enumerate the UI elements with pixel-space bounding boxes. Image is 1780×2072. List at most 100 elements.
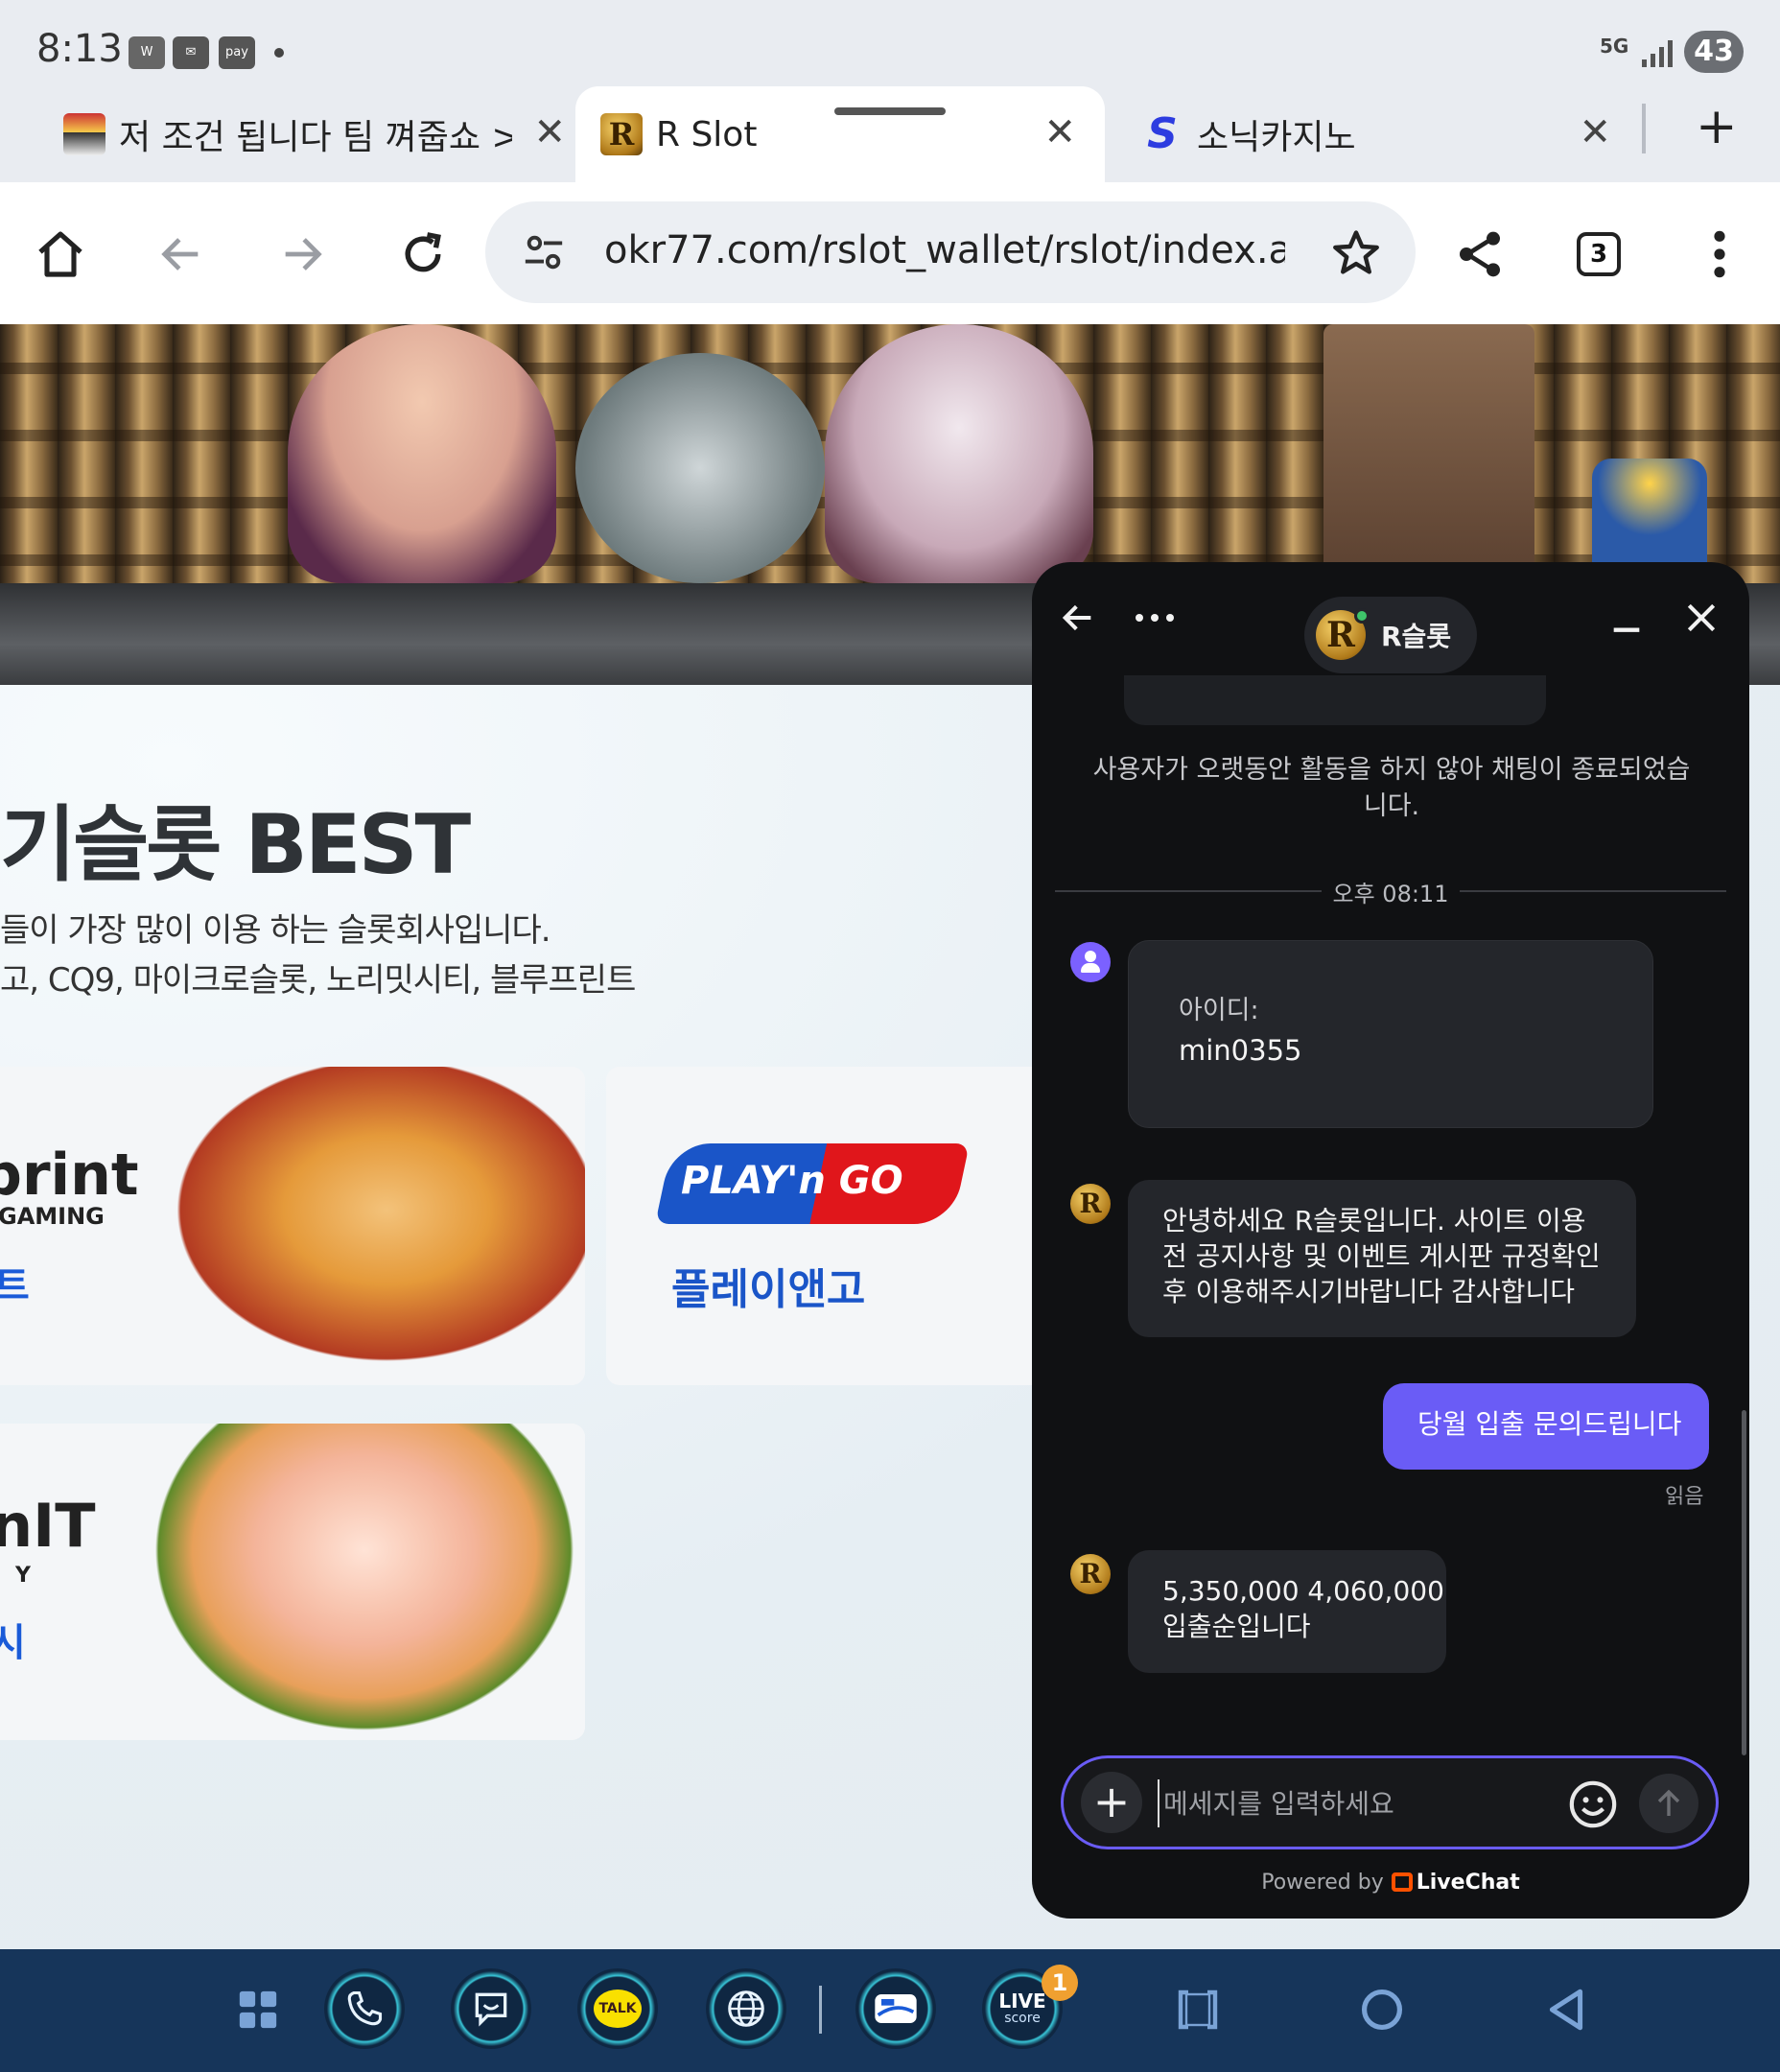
send-arrow-icon [1657,1789,1680,1816]
tab-divider [1642,104,1646,153]
send-button[interactable] [1639,1774,1698,1833]
home-button-icon[interactable] [1350,1978,1414,2041]
tab-sonic-casino[interactable]: S 소닉카지노 ✕ [1112,86,1630,182]
agent-avatar: R [1070,1554,1111,1594]
brand-logo-text: PLAY'n GO [681,1159,903,1203]
url-text[interactable]: okr77.com/rslot_wallet/rslot/index.asp [604,228,1285,272]
agent-avatar: R [1070,1184,1111,1224]
slot-machine-icon [63,113,105,155]
tab-title: 소닉카지노 [1197,118,1356,157]
score-label: score [1004,2011,1041,2026]
browser-icon[interactable] [706,1968,786,2049]
livechat-brand: LiveChat [1416,1871,1520,1895]
back-arrow-icon[interactable] [1051,591,1105,645]
close-icon[interactable]: ✕ [1579,113,1611,152]
apps-grid-icon[interactable] [226,1978,290,2041]
message-text: 당월 입출 문의드립니다 [1417,1408,1682,1440]
address-bar[interactable]: okr77.com/rslot_wallet/rslot/index.asp [485,201,1416,303]
notification-dot [274,48,284,58]
message-text: 입출순입니다 [1162,1611,1311,1642]
provider-card-blueprint[interactable]: print GAMING 트 [0,1067,585,1385]
share-icon[interactable] [1446,221,1513,288]
powered-by-footer[interactable]: Powered by LiveChat [1032,1871,1749,1895]
tab-drag-handle[interactable] [834,107,946,115]
agent-message: 5,350,000 4,060,000 입출순입니다 [1128,1550,1446,1673]
brand-sub-text: GAMING [0,1203,105,1230]
phone-icon[interactable] [324,1968,405,2049]
agent-message: 안녕하세요 R슬롯입니다. 사이트 이용 전 공지사항 및 이벤트 게시판 규정… [1128,1180,1636,1337]
chat-scrollbar[interactable] [1742,1410,1746,1755]
emoji-icon[interactable] [1566,1778,1620,1831]
provider-card-nolimit[interactable]: nIT Y 시 [0,1424,585,1740]
livechat-logo-icon [1391,1872,1413,1892]
battery-level: 43 [1684,31,1744,73]
separator-line [1055,890,1322,892]
close-icon[interactable]: ✕ [1043,113,1076,152]
signal-icon [1642,38,1675,67]
user-message: 당월 입출 문의드립니다 [1383,1383,1709,1470]
message-text: 안녕하세요 R슬롯입니다. 사이트 이용 전 공지사항 및 이벤트 게시판 규정… [1162,1205,1601,1307]
tab-title: R Slot [656,114,758,154]
close-icon[interactable]: ✕ [533,113,566,152]
sonic-s-logo-icon: S [1147,109,1178,158]
tab-switcher-button[interactable]: 3 [1577,232,1621,276]
user-avatar [1070,942,1111,982]
new-tab-button[interactable]: + [1696,100,1738,153]
provider-card-playngo[interactable]: PLAY'n GO 플레이앤고 [606,1067,1047,1385]
ktx-icon[interactable] [855,1968,936,2049]
section-description: 고, CQ9, 마이크로슬롯, 노리밋시티, 블루프린트 [0,961,636,1000]
message-input[interactable] [1158,1779,1560,1827]
casino-banner-image [0,324,1780,583]
bookmark-star-icon[interactable] [1329,226,1383,280]
message-composer: + [1061,1755,1719,1849]
recent-apps-icon[interactable] [1166,1978,1230,2041]
more-options-icon[interactable] [1686,221,1753,288]
system-navigation-bar: TALK LIVE score [0,1949,1780,2072]
live-label: LIVE [998,1990,1046,2013]
section-description: 들이 가장 많이 이용 하는 슬롯회사입니다. [0,911,551,950]
chat-header-title: R R슬롯 [1304,597,1477,673]
tab-strip: 저 조건 됩니다 팀 껴줍쇼 > ✕ R R Slot ✕ S 소닉카지노 ✕ [0,84,1780,182]
form-field-value: min0355 [1179,1034,1302,1067]
more-horizontal-icon[interactable] [1128,591,1182,645]
minimize-icon[interactable] [1600,597,1653,650]
forward-arrow-icon[interactable] [269,221,336,288]
dock-divider [819,1986,822,2034]
provider-name: 시 [0,1621,26,1665]
reload-icon[interactable] [389,221,457,288]
pay-icon: pay [219,36,255,69]
r-slot-logo-icon: R [600,113,643,155]
system-message: 사용자가 오랫동안 활동을 하지 않아 채팅이 종료되었습니다. [1092,755,1691,821]
provider-name: 플레이앤고 [671,1265,866,1314]
naver-mail-icon: ✉ [173,36,209,69]
worm-character-artwork [144,1424,585,1740]
notification-badge: 1 [1042,1965,1078,2001]
form-field-label: 아이디: [1179,996,1259,1025]
close-icon[interactable] [1675,591,1728,645]
attach-plus-icon[interactable]: + [1081,1772,1142,1833]
form-response-card: 아이디: min0355 [1128,940,1653,1128]
site-settings-icon[interactable] [522,230,566,274]
tab-r-slot[interactable]: R R Slot ✕ [575,86,1105,182]
kakaotalk-icon[interactable]: TALK [577,1968,658,2049]
brand-logo-text: nIT [0,1491,96,1561]
separator-line [1460,890,1726,892]
brand-sub-text: Y [15,1564,31,1588]
tab-title: 저 조건 됩니다 팀 껴줍쇼 > [119,118,512,157]
powered-by-label: Powered by [1261,1871,1384,1895]
status-bar: 8:13 W ✉ pay 5G 43 [0,0,1780,96]
read-receipt: 읽음 [1665,1485,1704,1509]
back-arrow-icon[interactable] [148,221,215,288]
online-status-dot [1354,608,1370,624]
clock: 8:13 [36,27,123,71]
network-type: 5G [1600,35,1629,58]
provider-name: 트 [0,1264,30,1308]
messages-icon[interactable] [451,1968,531,2049]
home-icon[interactable] [27,221,94,288]
back-triangle-icon[interactable] [1534,1978,1598,2041]
previous-message-preview [1124,675,1546,725]
tab-slot-forum[interactable]: 저 조건 됩니다 팀 껴줍쇼 > ✕ [38,86,575,182]
chat-title: R슬롯 [1381,621,1452,652]
browser-toolbar: okr77.com/rslot_wallet/rslot/index.asp 3 [0,182,1780,324]
separator-time: 오후 08:11 [1332,881,1449,907]
